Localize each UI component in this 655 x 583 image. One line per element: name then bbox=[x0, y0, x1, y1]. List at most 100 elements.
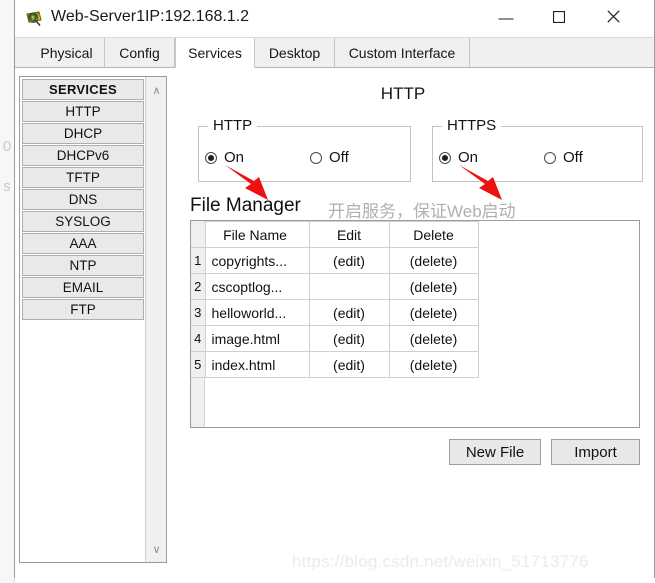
delete-link[interactable]: (delete) bbox=[388, 351, 479, 378]
radio-label: Off bbox=[563, 149, 583, 166]
delete-link[interactable]: (delete) bbox=[388, 247, 479, 274]
http-group-legend: HTTP bbox=[208, 117, 258, 134]
sidebar-item-label: SYSLOG bbox=[55, 214, 111, 229]
radio-label: On bbox=[458, 149, 479, 166]
table-row: 4 image.html (edit) (delete) bbox=[191, 325, 479, 352]
table-row: 3 helloworld... (edit) (delete) bbox=[191, 299, 479, 326]
row-number: 4 bbox=[191, 325, 206, 352]
radio-label: On bbox=[224, 149, 245, 166]
new-file-button[interactable]: New File bbox=[449, 439, 541, 465]
close-button[interactable] bbox=[590, 0, 636, 36]
sidebar-item-http[interactable]: HTTP bbox=[22, 101, 144, 122]
table-row: 1 copyrights... (edit) (delete) bbox=[191, 247, 479, 274]
sidebar-item-email[interactable]: EMAIL bbox=[22, 277, 144, 298]
background-artifact-strip: 0 s bbox=[0, 0, 15, 583]
sidebar-item-ftp[interactable]: FTP bbox=[22, 299, 144, 320]
table-row: 5 index.html (edit) (delete) bbox=[191, 351, 479, 378]
maximize-button[interactable] bbox=[536, 0, 582, 36]
radio-selected-icon bbox=[439, 151, 451, 164]
sidebar-item-dhcpv6[interactable]: DHCPv6 bbox=[22, 145, 144, 166]
radio-empty-icon bbox=[544, 151, 557, 164]
cell-file-name: copyrights... bbox=[204, 247, 310, 274]
maximize-icon bbox=[552, 10, 566, 26]
tab-custom-interface[interactable]: Custom Interface bbox=[335, 38, 470, 67]
minimize-button[interactable]: — bbox=[483, 0, 529, 36]
sidebar-item-syslog[interactable]: SYSLOG bbox=[22, 211, 144, 232]
row-number: 2 bbox=[191, 273, 206, 300]
sidebar-header-services: SERVICES bbox=[22, 79, 144, 100]
table-header-row: File Name Edit Delete bbox=[191, 221, 479, 248]
http-radio-off[interactable]: Off bbox=[310, 149, 349, 166]
edit-link[interactable]: (edit) bbox=[308, 299, 390, 326]
application-window: $ Web-Server1IP:192.168.1.2 — Physical C… bbox=[14, 0, 655, 579]
edit-link[interactable]: (edit) bbox=[308, 247, 390, 274]
watermark-text: https://blog.csdn.net/weixin_51713776 bbox=[292, 552, 589, 571]
delete-link[interactable]: (delete) bbox=[388, 273, 479, 300]
sidebar-item-label: HTTP bbox=[65, 104, 101, 119]
http-group-box: HTTP On Off bbox=[198, 117, 411, 182]
edit-link[interactable]: (edit) bbox=[308, 351, 390, 378]
sidebar-item-tftp[interactable]: TFTP bbox=[22, 167, 144, 188]
new-file-label: New File bbox=[465, 443, 525, 461]
tab-services[interactable]: Services bbox=[175, 38, 255, 68]
background-artifact-char: s bbox=[3, 178, 11, 195]
edit-link[interactable]: (edit) bbox=[308, 325, 390, 352]
chinese-annotation-text: 开启服务，保证Web启动 bbox=[328, 202, 516, 221]
header-row-number bbox=[191, 221, 206, 248]
chevron-up-icon[interactable]: ∧ bbox=[146, 80, 167, 100]
file-table-container: File Name Edit Delete 1 copyrights... (e… bbox=[190, 220, 640, 428]
sidebar-item-dhcp[interactable]: DHCP bbox=[22, 123, 144, 144]
cell-file-name: cscoptlog... bbox=[204, 273, 310, 300]
page-title: HTTP bbox=[380, 84, 426, 103]
cell-file-name: index.html bbox=[204, 351, 310, 378]
file-manager-label: File Manager bbox=[190, 195, 301, 216]
import-label: Import bbox=[574, 443, 617, 461]
tab-label: Desktop bbox=[268, 44, 321, 61]
cell-file-name: helloworld... bbox=[204, 299, 310, 326]
sidebar-item-label: TFTP bbox=[66, 170, 100, 185]
delete-link[interactable]: (delete) bbox=[388, 299, 479, 326]
tab-config[interactable]: Config bbox=[105, 38, 175, 67]
import-button[interactable]: Import bbox=[551, 439, 640, 465]
sidebar-scrollbar[interactable]: ∧ ∨ bbox=[145, 77, 166, 562]
sidebar-item-label: NTP bbox=[69, 258, 97, 273]
cell-file-name: image.html bbox=[204, 325, 310, 352]
services-sidebar: SERVICES HTTP DHCP DHCPv6 TFTP DNS SYSLO… bbox=[19, 76, 167, 563]
tab-label: Services bbox=[188, 44, 242, 61]
tab-desktop[interactable]: Desktop bbox=[255, 38, 335, 67]
sidebar-item-label: DNS bbox=[68, 192, 98, 207]
header-delete: Delete bbox=[388, 221, 479, 248]
https-radio-on[interactable]: On bbox=[439, 149, 478, 166]
window-title: Web-Server1IP:192.168.1.2 bbox=[51, 8, 250, 25]
https-radio-off[interactable]: Off bbox=[544, 149, 583, 166]
chevron-down-icon[interactable]: ∨ bbox=[146, 539, 167, 559]
sidebar-item-label: EMAIL bbox=[62, 280, 104, 295]
title-bar: $ Web-Server1IP:192.168.1.2 — bbox=[15, 0, 654, 38]
header-edit: Edit bbox=[308, 221, 390, 248]
delete-link[interactable]: (delete) bbox=[388, 325, 479, 352]
sidebar-item-ntp[interactable]: NTP bbox=[22, 255, 144, 276]
sidebar-item-aaa[interactable]: AAA bbox=[22, 233, 144, 254]
radio-empty-icon bbox=[310, 151, 323, 164]
https-group-legend: HTTPS bbox=[442, 117, 502, 134]
row-number: 1 bbox=[191, 247, 206, 274]
tab-label: Physical bbox=[40, 44, 93, 61]
row-number: 3 bbox=[191, 299, 206, 326]
http-radio-row: On Off bbox=[205, 149, 349, 166]
sidebar-item-dns[interactable]: DNS bbox=[22, 189, 144, 210]
content-area: SERVICES HTTP DHCP DHCPv6 TFTP DNS SYSLO… bbox=[15, 68, 654, 579]
close-icon bbox=[606, 10, 620, 26]
http-radio-on[interactable]: On bbox=[205, 149, 244, 166]
https-group-box: HTTPS On Off bbox=[432, 117, 643, 182]
header-file-name: File Name bbox=[204, 221, 310, 248]
tab-physical[interactable]: Physical bbox=[29, 38, 105, 67]
tab-bar: Physical Config Services Desktop Custom … bbox=[15, 38, 654, 68]
tab-label: Config bbox=[119, 44, 160, 61]
tab-label: Custom Interface bbox=[348, 44, 456, 61]
sidebar-item-label: DHCP bbox=[63, 126, 103, 141]
sidebar-list: SERVICES HTTP DHCP DHCPv6 TFTP DNS SYSLO… bbox=[22, 79, 144, 321]
edit-link bbox=[308, 273, 390, 300]
radio-label: Off bbox=[329, 149, 349, 166]
svg-text:$: $ bbox=[31, 16, 35, 22]
background-artifact-char: 0 bbox=[2, 138, 12, 155]
